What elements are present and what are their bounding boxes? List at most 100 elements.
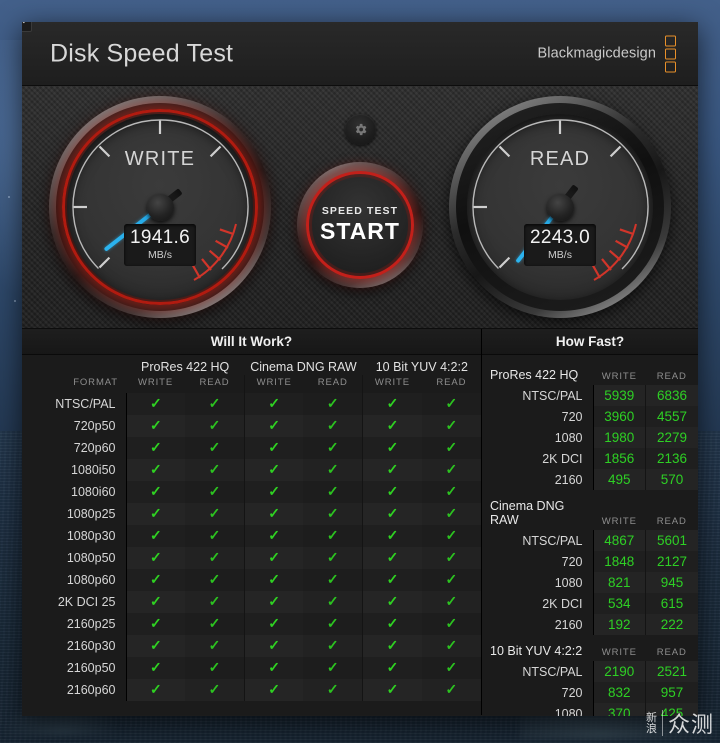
check-icon: ✓ [362,437,422,459]
check-icon: ✓ [421,393,481,415]
desktop-speck [8,196,10,198]
table-row: 2160p30 ✓ ✓ ✓ ✓ ✓ ✓ [22,635,481,657]
check-icon: ✓ [126,613,186,635]
check-glyph: ✓ [208,461,221,477]
check-icon: ✓ [185,481,245,503]
brand-name: Blackmagicdesign [537,45,656,62]
check-icon: ✓ [303,679,363,701]
table-row: 1080p25 ✓ ✓ ✓ ✓ ✓ ✓ [22,503,481,525]
read-speed-value: 2521 [645,661,698,682]
check-icon: ✓ [185,415,245,437]
check-icon: ✓ [126,679,186,701]
wiw-subheader-2-1: READ [436,377,467,388]
how-fast-section-header: ProRes 422 HQ WRITE READ [482,359,698,385]
read-speed-value: 222 [645,614,698,635]
close-icon[interactable]: ✕ [22,22,32,32]
check-glyph: ✓ [386,637,399,653]
check-icon: ✓ [126,525,186,547]
table-row: 720 1848 2127 [482,551,698,572]
check-glyph: ✓ [149,461,162,477]
will-it-work-body: NTSC/PAL ✓ ✓ ✓ ✓ ✓ ✓ 720p50 ✓ ✓ ✓ ✓ ✓ ✓ 720p60 ✓ ✓ ✓ ✓ ✓ ✓ 10… [22,393,481,701]
codec-header-2: 10 Bit YUV 4:2:2 [375,360,468,374]
check-glyph: ✓ [208,483,221,499]
check-icon: ✓ [362,525,422,547]
format-label: 2160p60 [22,679,127,701]
read-speed-value: 2127 [645,551,698,572]
check-glyph: ✓ [445,505,458,521]
write-speed-value: 370 [593,703,646,716]
table-row: 720 3960 4557 [482,406,698,427]
check-glyph: ✓ [208,549,221,565]
will-it-work-panel: Will It Work? FORMAT ProRes 422 HQ Cinem… [22,329,482,715]
check-icon: ✓ [421,657,481,679]
table-row: NTSC/PAL 4867 5601 [482,530,698,551]
format-label: 1080p60 [22,569,127,591]
read-speed-value: 2279 [645,427,698,448]
check-glyph: ✓ [268,637,280,653]
check-icon: ✓ [303,459,363,481]
check-icon: ✓ [243,569,304,591]
check-icon: ✓ [185,459,245,481]
check-icon: ✓ [243,635,304,657]
check-glyph: ✓ [208,439,221,455]
table-row: 720 832 957 [482,682,698,703]
check-icon: ✓ [421,635,481,657]
check-glyph: ✓ [445,593,458,609]
write-speed-value: 832 [593,682,646,703]
gear-icon[interactable] [344,114,376,145]
gauge-panel: WRITE 1941.6 MB/s SPEED TEST START READ … [22,86,698,329]
format-label: 720p50 [22,415,127,437]
check-glyph: ✓ [445,615,458,631]
read-speed-value: 615 [645,593,698,614]
table-row: 1080i50 ✓ ✓ ✓ ✓ ✓ ✓ [22,459,481,481]
resolution-label: NTSC/PAL [482,385,594,406]
check-icon: ✓ [362,591,422,613]
resolution-label: 1080 [482,703,594,716]
format-label: 1080i60 [22,481,127,503]
speed-test-start-button[interactable]: SPEED TEST START [297,162,423,288]
table-row: 1080 821 945 [482,572,698,593]
read-speed-value: 4557 [645,406,698,427]
check-icon: ✓ [303,635,363,657]
format-label: 1080p50 [22,547,127,569]
check-icon: ✓ [303,569,363,591]
disk-speed-test-window: ✕ Disk Speed Test Blackmagicdesign [22,22,698,716]
read-value: 2243.0 [530,227,590,248]
how-fast-body: ProRes 422 HQ WRITE READ NTSC/PAL 5939 6836 72… [482,359,698,716]
check-icon: ✓ [362,657,422,679]
check-glyph: ✓ [268,593,280,609]
check-icon: ✓ [243,459,304,481]
table-row: 1080i60 ✓ ✓ ✓ ✓ ✓ ✓ [22,481,481,503]
write-unit: MB/s [148,248,172,261]
how-fast-subheader-2-0: WRITE [601,647,637,658]
wiw-subheader-1-1: READ [317,377,348,388]
check-glyph: ✓ [326,461,339,477]
write-gauge: WRITE 1941.6 MB/s [49,96,271,318]
table-row: 2K DCI 534 615 [482,593,698,614]
check-glyph: ✓ [208,659,221,675]
check-icon: ✓ [126,415,186,437]
check-glyph: ✓ [445,417,458,433]
check-glyph: ✓ [268,439,280,455]
write-speed-value: 2190 [593,661,646,682]
check-glyph: ✓ [326,593,339,609]
check-glyph: ✓ [208,571,221,587]
check-glyph: ✓ [326,439,339,455]
check-glyph: ✓ [149,439,162,455]
table-row: 1080p60 ✓ ✓ ✓ ✓ ✓ ✓ [22,569,481,591]
check-glyph: ✓ [268,395,280,411]
read-speed-value: 957 [645,682,698,703]
check-glyph: ✓ [445,439,458,455]
write-gauge-label: WRITE [124,148,196,170]
check-icon: ✓ [126,591,186,613]
start-button-face: SPEED TEST START [312,177,408,273]
check-icon: ✓ [362,635,422,657]
window-titlebar: ✕ Disk Speed Test Blackmagicdesign [22,22,698,86]
write-speed-value: 495 [593,469,646,490]
check-icon: ✓ [126,569,186,591]
section-name: ProRes 422 HQ [490,368,579,382]
check-glyph: ✓ [326,637,339,653]
write-speed-value: 1980 [593,427,646,448]
check-glyph: ✓ [268,549,280,565]
check-glyph: ✓ [208,417,221,433]
